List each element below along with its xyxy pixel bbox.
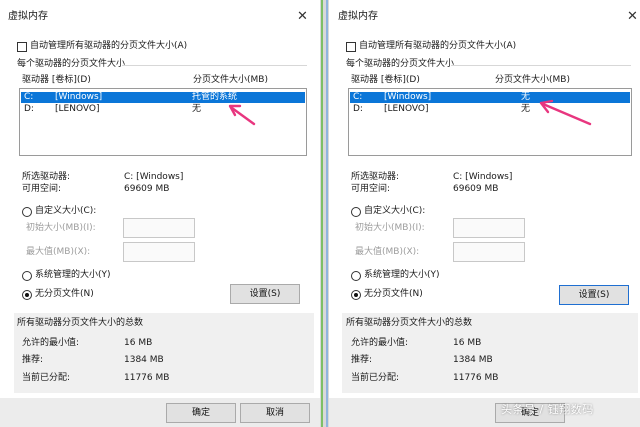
current-alloc-value: 11776 MB — [124, 373, 170, 383]
dialog-title: 虚拟内存 — [8, 11, 48, 22]
system-managed-label: 系统管理的大小(Y) — [35, 270, 111, 280]
selected-drive-value: C: [Windows] — [453, 172, 513, 182]
max-size-label: 最大值(MB)(X): — [355, 247, 420, 257]
drive-row-c[interactable]: C: [Windows] 托管的系统 — [21, 92, 305, 103]
drive-letter: C: — [24, 92, 34, 102]
initial-size-input[interactable] — [453, 218, 525, 238]
system-managed-label: 系统管理的大小(Y) — [364, 270, 440, 280]
current-alloc-label: 当前已分配: — [351, 373, 400, 383]
max-size-input[interactable] — [453, 242, 525, 262]
totals-label: 所有驱动器分页文件大小的总数 — [17, 318, 144, 328]
current-alloc-value: 11776 MB — [453, 373, 499, 383]
close-icon[interactable]: ✕ — [297, 10, 308, 23]
initial-size-label: 初始大小(MB)(I): — [26, 223, 96, 233]
auto-manage-checkbox[interactable] — [17, 42, 27, 52]
selected-drive-value: C: [Windows] — [124, 172, 184, 182]
watermark-text: 头条号 / 钰翔数码 — [501, 403, 594, 416]
drive-volume-label: [Windows] — [55, 92, 103, 102]
auto-manage-checkbox[interactable] — [346, 42, 356, 52]
free-space-value: 69609 MB — [453, 184, 499, 194]
min-allowed-value: 16 MB — [453, 338, 482, 348]
drive-volume-label: [LENOVO] — [384, 104, 429, 114]
drive-letter: C: — [353, 92, 363, 102]
drive-letter: D: — [353, 104, 363, 114]
virtual-memory-dialog-after: 虚拟内存 ✕ 自动管理所有驱动器的分页文件大小(A) 每个驱动器的分页文件大小 … — [329, 0, 640, 427]
initial-size-label: 初始大小(MB)(I): — [355, 223, 425, 233]
drive-list[interactable]: C: [Windows] 托管的系统 D: [LENOVO] 无 — [19, 88, 307, 156]
column-header-size: 分页文件大小(MB) — [193, 75, 268, 85]
initial-size-input[interactable] — [123, 218, 195, 238]
group-divider — [122, 65, 307, 66]
free-space-label: 可用空间: — [22, 184, 62, 194]
drive-volume-label: [LENOVO] — [55, 104, 100, 114]
annotation-arrow-icon — [539, 99, 592, 126]
custom-size-label: 自定义大小(C): — [364, 206, 426, 216]
system-managed-radio[interactable] — [351, 271, 361, 281]
close-icon[interactable]: ✕ — [627, 10, 638, 23]
no-paging-radio[interactable] — [351, 290, 361, 300]
auto-manage-label: 自动管理所有驱动器的分页文件大小(A) — [30, 41, 188, 51]
system-managed-radio[interactable] — [22, 271, 32, 281]
current-alloc-label: 当前已分配: — [22, 373, 71, 383]
min-allowed-label: 允许的最小值: — [351, 338, 409, 348]
recommended-label: 推荐: — [22, 355, 44, 365]
auto-manage-label: 自动管理所有驱动器的分页文件大小(A) — [359, 41, 517, 51]
min-allowed-value: 16 MB — [124, 338, 153, 348]
group-divider — [451, 65, 631, 66]
column-header-drive: 驱动器 [卷标](D) — [22, 75, 91, 85]
annotation-arrow-icon — [228, 104, 256, 126]
no-paging-label: 无分页文件(N) — [364, 289, 423, 299]
panel-divider — [320, 0, 329, 427]
group-label: 每个驱动器的分页文件大小 — [17, 59, 126, 69]
no-paging-radio[interactable] — [22, 290, 32, 300]
drive-volume-label: [Windows] — [384, 92, 432, 102]
free-space-label: 可用空间: — [351, 184, 391, 194]
virtual-memory-dialog-before: 虚拟内存 ✕ 自动管理所有驱动器的分页文件大小(A) 每个驱动器的分页文件大小 … — [0, 0, 320, 427]
totals-label: 所有驱动器分页文件大小的总数 — [346, 318, 473, 328]
max-size-input[interactable] — [123, 242, 195, 262]
recommended-value: 1384 MB — [453, 355, 493, 365]
min-allowed-label: 允许的最小值: — [22, 338, 80, 348]
selected-drive-label: 所选驱动器: — [22, 172, 71, 182]
selected-drive-label: 所选驱动器: — [351, 172, 400, 182]
max-size-label: 最大值(MB)(X): — [26, 247, 91, 257]
free-space-value: 69609 MB — [124, 184, 170, 194]
column-header-drive: 驱动器 [卷标](D) — [351, 75, 420, 85]
cancel-button[interactable]: 取消 — [240, 403, 310, 423]
column-header-size: 分页文件大小(MB) — [495, 75, 570, 85]
group-label: 每个驱动器的分页文件大小 — [346, 59, 455, 69]
drive-row-d[interactable]: D: [LENOVO] 无 — [21, 104, 305, 115]
recommended-label: 推荐: — [351, 355, 373, 365]
drive-paging-size: 无 — [192, 104, 202, 114]
dialog-title: 虚拟内存 — [338, 11, 378, 22]
set-button[interactable]: 设置(S) — [230, 284, 300, 304]
recommended-value: 1384 MB — [124, 355, 164, 365]
set-button[interactable]: 设置(S) — [559, 285, 629, 305]
drive-paging-size: 无 — [521, 104, 531, 114]
custom-size-radio[interactable] — [351, 207, 361, 217]
drive-paging-size: 无 — [521, 92, 531, 102]
custom-size-radio[interactable] — [22, 207, 32, 217]
drive-letter: D: — [24, 104, 34, 114]
custom-size-label: 自定义大小(C): — [35, 206, 97, 216]
ok-button[interactable]: 确定 — [166, 403, 236, 423]
no-paging-label: 无分页文件(N) — [35, 289, 94, 299]
